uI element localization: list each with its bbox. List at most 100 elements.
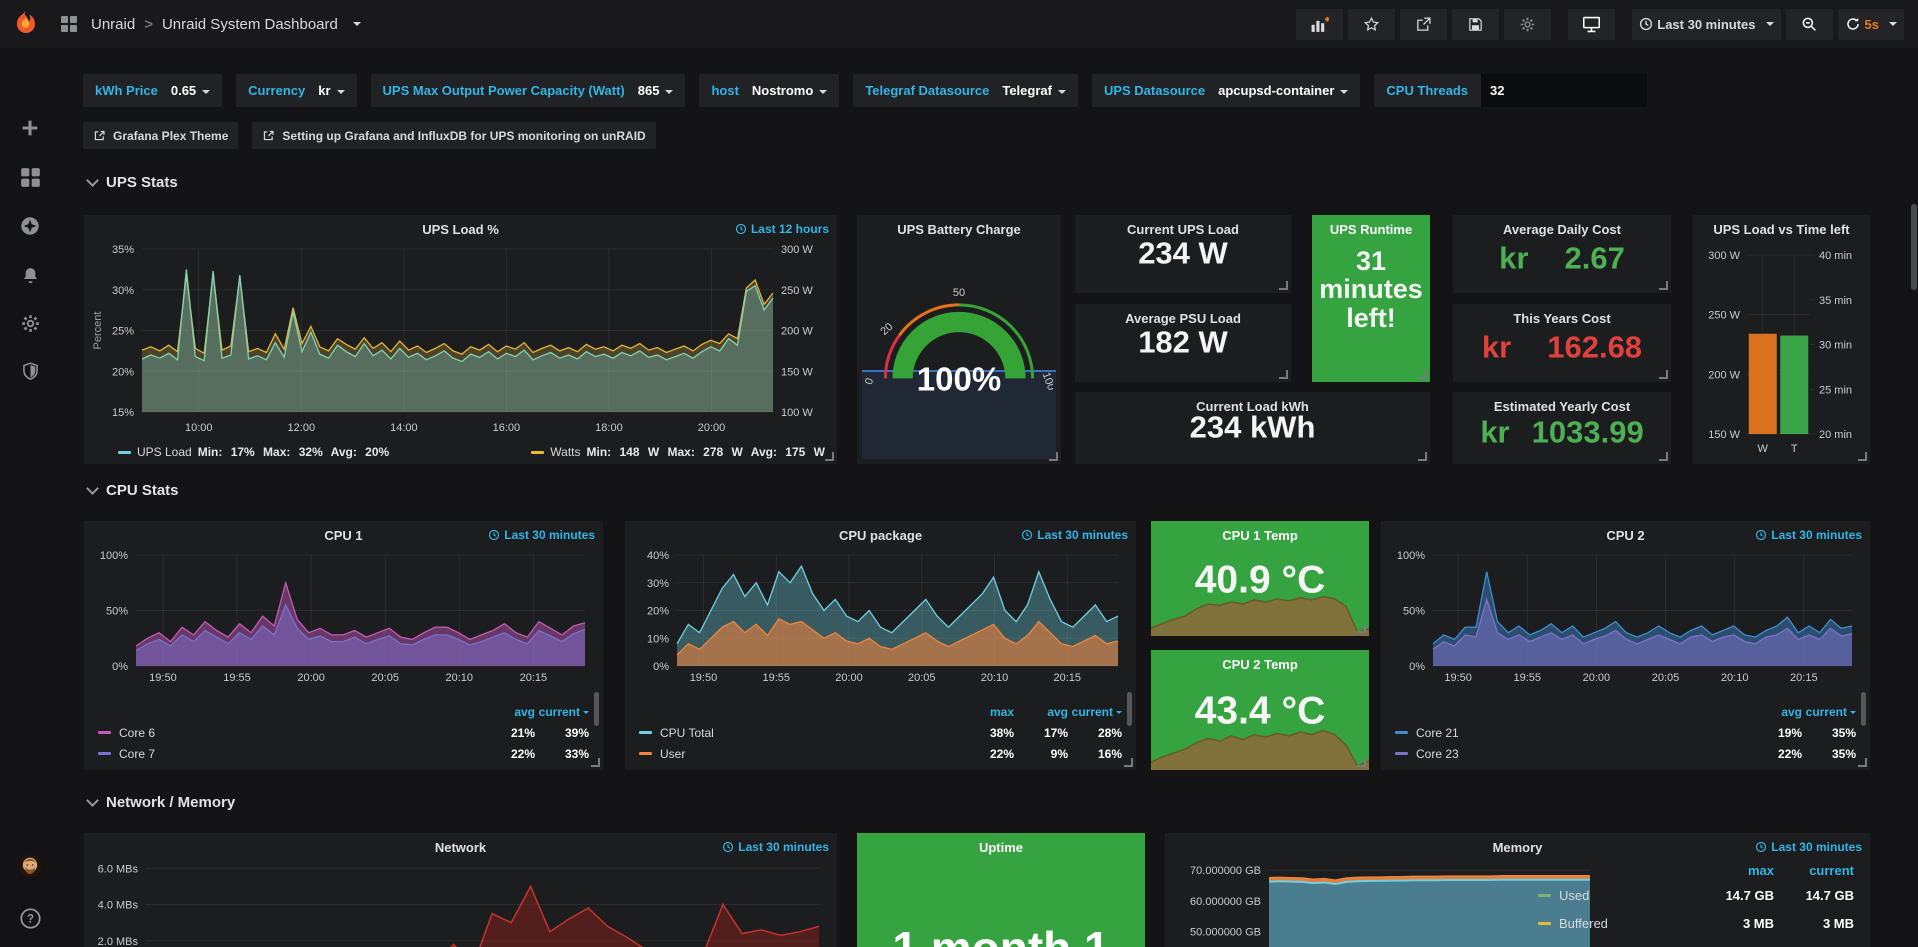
- panel-title[interactable]: UPS Battery Charge: [857, 222, 1061, 237]
- title-caret-icon[interactable]: [353, 22, 361, 26]
- legend-sort-current[interactable]: current: [1774, 863, 1854, 878]
- section-ups-stats[interactable]: UPS Stats: [88, 174, 178, 191]
- network-chart[interactable]: 2.0 MBs4.0 MBs6.0 MBs: [90, 859, 831, 947]
- variable-telegraf-datasource[interactable]: Telegraf DatasourceTelegraf: [853, 74, 1078, 107]
- explore-compass-icon[interactable]: [18, 214, 42, 238]
- section-network-memory[interactable]: Network / Memory: [88, 794, 235, 811]
- create-plus-icon[interactable]: [18, 116, 42, 140]
- page-scrollbar-thumb[interactable]: [1911, 204, 1917, 290]
- cpu2-chart[interactable]: 0%50%100%19:5019:5520:0020:0520:1020:15: [1387, 549, 1864, 686]
- panel-title[interactable]: UPS Load vs Time left: [1693, 222, 1870, 237]
- resize-handle[interactable]: [1357, 758, 1366, 767]
- panel-time-range-link[interactable]: Last 30 minutes: [1021, 528, 1128, 542]
- variable-input[interactable]: [1481, 74, 1647, 107]
- add-panel-button[interactable]: [1296, 9, 1343, 40]
- panel-title[interactable]: Average PSU Load: [1075, 311, 1291, 326]
- legend-row[interactable]: User22%9%16%: [635, 743, 1122, 764]
- legend-sort-avg[interactable]: avg: [481, 705, 535, 719]
- cycle-view-button[interactable]: [1568, 9, 1615, 40]
- legend-item[interactable]: WattsMin: 148 W Max: 278 W Avg: 175 W: [531, 445, 825, 459]
- resize-handle[interactable]: [1418, 370, 1427, 379]
- panel-title[interactable]: Current Load kWh: [1075, 399, 1430, 414]
- legend-row[interactable]: Core 2322%35%: [1391, 743, 1856, 764]
- legend-row[interactable]: Buffered3 MB3 MB: [1534, 909, 1854, 937]
- variable-value[interactable]: 0.65: [171, 83, 210, 98]
- panel-title[interactable]: Average Daily Cost: [1453, 222, 1671, 237]
- resize-handle[interactable]: [1858, 758, 1867, 767]
- resize-handle[interactable]: [1659, 281, 1668, 290]
- refresh-interval-label[interactable]: 5s: [1865, 17, 1879, 32]
- resize-handle[interactable]: [1659, 452, 1668, 461]
- save-button[interactable]: [1452, 9, 1499, 40]
- resize-handle[interactable]: [1049, 452, 1058, 461]
- panel-title[interactable]: CPU 1 Temp: [1151, 528, 1369, 543]
- panel-title[interactable]: This Years Cost: [1453, 311, 1671, 326]
- dashboards-icon[interactable]: [18, 165, 42, 189]
- panel-time-range-link[interactable]: Last 30 minutes: [1755, 528, 1862, 542]
- battery-gauge[interactable]: 02050100100%: [865, 243, 1053, 458]
- resize-handle[interactable]: [1124, 758, 1133, 767]
- legend-row[interactable]: CPU Total38%17%28%: [635, 722, 1122, 743]
- legend-item[interactable]: UPS LoadMin: 17% Max: 32% Avg: 20%: [118, 445, 389, 459]
- user-avatar[interactable]: [18, 854, 42, 878]
- legend-scrollbar[interactable]: [1127, 692, 1132, 726]
- refresh-caret-icon[interactable]: [1889, 22, 1897, 26]
- variable-cpu-threads[interactable]: CPU Threads: [1374, 74, 1647, 107]
- panel-time-range-link[interactable]: Last 30 minutes: [722, 840, 829, 854]
- legend-sort-current[interactable]: current: [1068, 705, 1122, 719]
- variable-currency[interactable]: Currencykr: [236, 74, 356, 107]
- share-button[interactable]: [1400, 9, 1447, 40]
- variable-kwh-price[interactable]: kWh Price0.65: [83, 74, 222, 107]
- resize-handle[interactable]: [825, 452, 834, 461]
- legend-row[interactable]: Core 722%33%: [94, 743, 589, 764]
- legend-sort-avg[interactable]: avg: [1748, 705, 1802, 719]
- variable-ups-max-output-power-capacity-watt-[interactable]: UPS Max Output Power Capacity (Watt)865: [371, 74, 686, 107]
- resize-handle[interactable]: [591, 758, 600, 767]
- variable-host[interactable]: hostNostromo: [699, 74, 839, 107]
- legend-scrollbar[interactable]: [1861, 692, 1866, 726]
- variable-value[interactable]: apcupsd-container: [1218, 83, 1348, 98]
- legend-sort-current[interactable]: current: [535, 705, 589, 719]
- cpu-package-chart[interactable]: 0%10%20%30%40%19:5019:5520:0020:0520:102…: [631, 549, 1130, 686]
- legend-row[interactable]: Core 621%39%: [94, 722, 589, 743]
- panel-time-range-link[interactable]: Last 12 hours: [735, 222, 829, 236]
- alerting-bell-icon[interactable]: [18, 263, 42, 287]
- panel-title[interactable]: Uptime: [857, 840, 1145, 855]
- panel-title[interactable]: UPS Load %: [84, 222, 837, 237]
- section-cpu-stats[interactable]: CPU Stats: [88, 482, 179, 499]
- ups-load-chart[interactable]: 15%20%25%30%35%100 W150 W200 W250 W300 W…: [90, 243, 831, 436]
- cpu1-chart[interactable]: 0%50%100%19:5019:5520:0020:0520:1020:15: [90, 549, 597, 686]
- dashboard-link[interactable]: Setting up Grafana and InfluxDB for UPS …: [252, 122, 655, 149]
- legend-row[interactable]: Core 2119%35%: [1391, 722, 1856, 743]
- dashboard-grid-icon[interactable]: [57, 12, 81, 36]
- admin-shield-icon[interactable]: [18, 359, 42, 383]
- variable-value[interactable]: 865: [638, 83, 674, 98]
- legend-scrollbar[interactable]: [594, 692, 599, 726]
- dashboard-settings-button[interactable]: [1504, 9, 1551, 40]
- resize-handle[interactable]: [1858, 452, 1867, 461]
- grafana-logo[interactable]: [9, 7, 43, 41]
- resize-handle[interactable]: [1418, 452, 1427, 461]
- legend-sort-current[interactable]: current: [1802, 705, 1856, 719]
- variable-value[interactable]: Telegraf: [1002, 83, 1066, 98]
- resize-handle[interactable]: [1279, 281, 1288, 290]
- panel-title[interactable]: Estimated Yearly Cost: [1453, 399, 1671, 414]
- panel-title[interactable]: Current UPS Load: [1075, 222, 1291, 237]
- help-icon[interactable]: ?: [18, 906, 42, 930]
- panel-time-range-link[interactable]: Last 30 minutes: [1755, 840, 1862, 854]
- legend-sort-max[interactable]: max: [1694, 863, 1774, 878]
- legend-sort-max[interactable]: max: [960, 705, 1014, 719]
- breadcrumb-section[interactable]: Unraid: [91, 16, 135, 33]
- configuration-gear-icon[interactable]: [18, 311, 42, 335]
- resize-handle[interactable]: [1659, 370, 1668, 379]
- panel-title[interactable]: UPS Runtime: [1312, 222, 1430, 237]
- resize-handle[interactable]: [1279, 370, 1288, 379]
- refresh-button[interactable]: 5s: [1838, 9, 1904, 40]
- resize-handle[interactable]: [1357, 624, 1366, 633]
- ups-bar-chart[interactable]: 150 W200 W250 W300 W20 min25 min30 min35…: [1699, 243, 1864, 460]
- zoom-out-button[interactable]: [1786, 9, 1833, 40]
- panel-title[interactable]: CPU 2 Temp: [1151, 657, 1369, 672]
- legend-sort-avg[interactable]: avg: [1014, 705, 1068, 719]
- variable-value[interactable]: Nostromo: [752, 83, 827, 98]
- variable-ups-datasource[interactable]: UPS Datasourceapcupsd-container: [1092, 74, 1360, 107]
